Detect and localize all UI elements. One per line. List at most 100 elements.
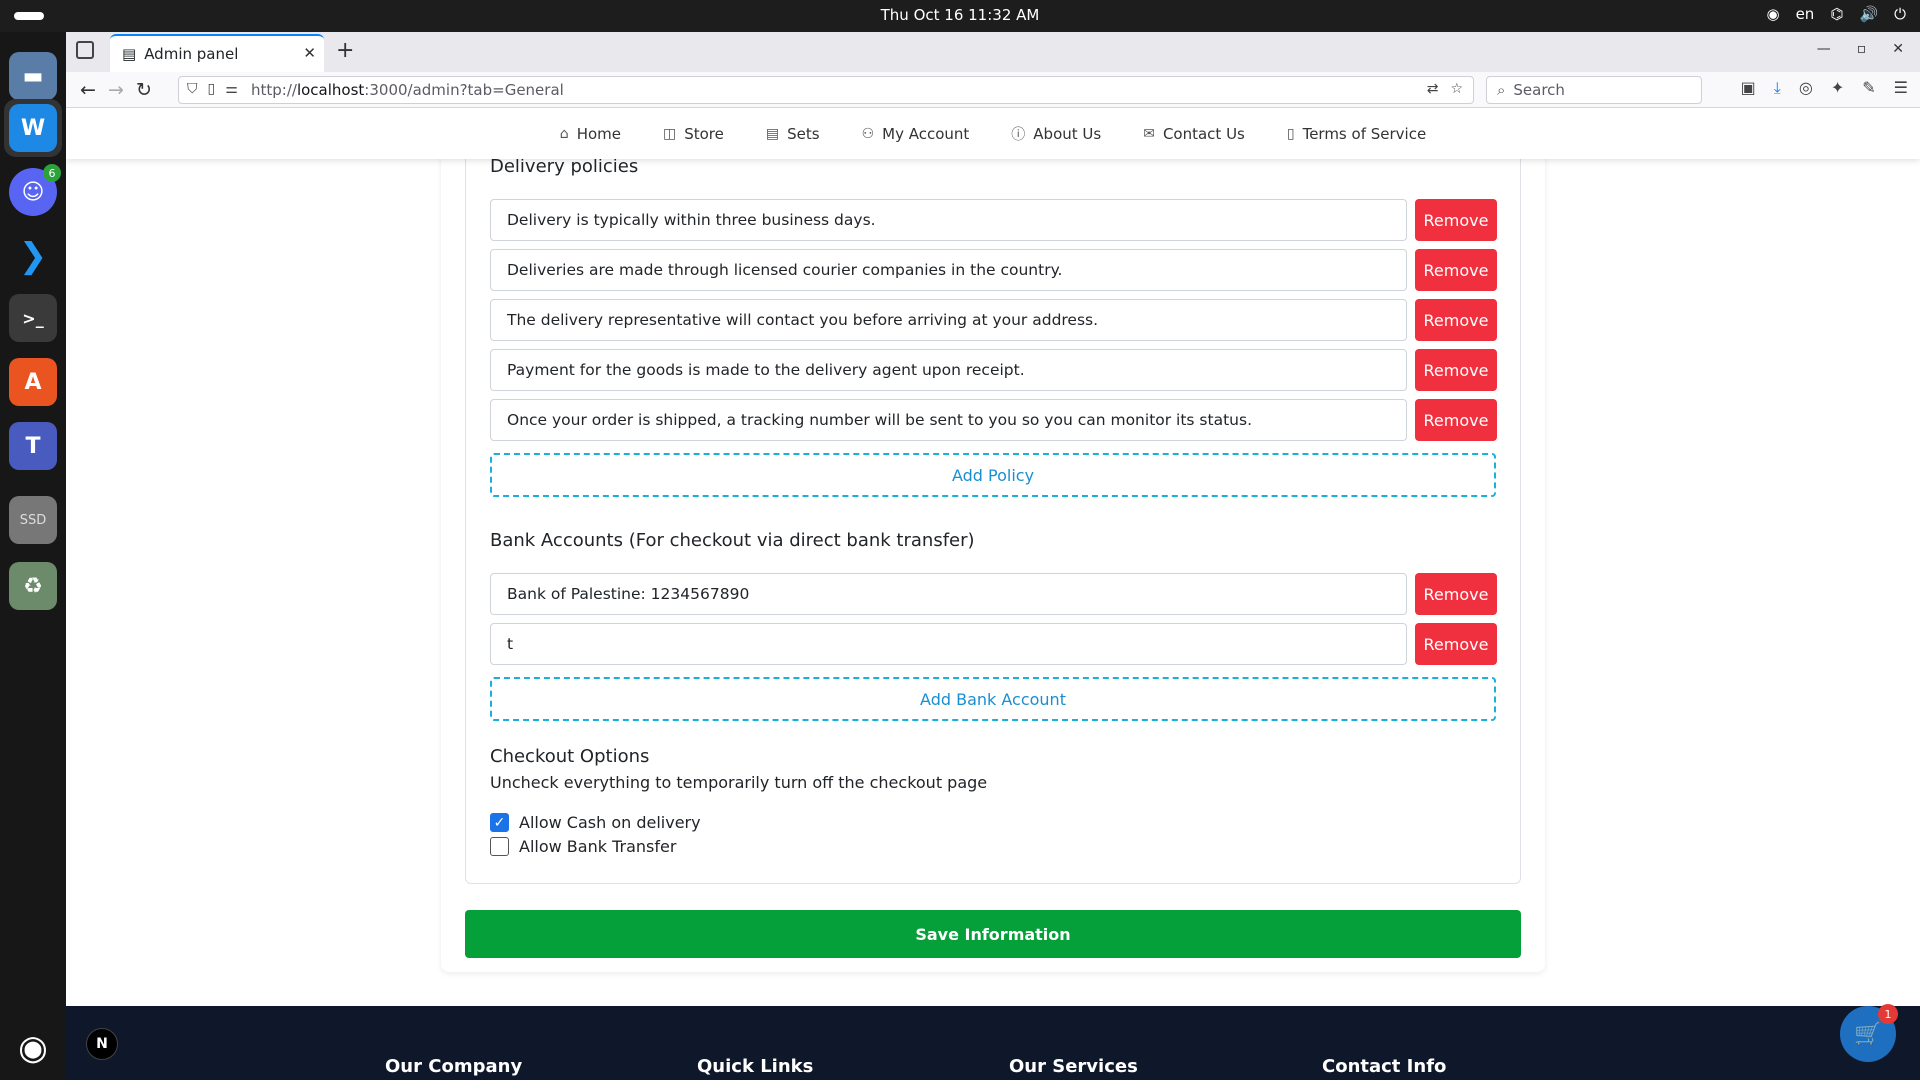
- back-button[interactable]: ←: [80, 79, 96, 101]
- nextjs-dev-badge[interactable]: N: [86, 1028, 118, 1060]
- close-window-icon[interactable]: ✕: [1892, 41, 1904, 57]
- add-bank-account-button[interactable]: Add Bank Account: [490, 677, 1496, 721]
- nav-sets[interactable]: ▤ Sets: [766, 125, 820, 143]
- bank-account-input[interactable]: Bank of Palestine: 1234567890: [490, 573, 1407, 615]
- bank-account-input[interactable]: t: [490, 623, 1407, 665]
- search-placeholder: Search: [1513, 81, 1565, 99]
- account-icon[interactable]: ◎: [1799, 78, 1813, 98]
- delivery-policies-heading: Delivery policies: [490, 156, 639, 177]
- system-tray[interactable]: ◉ en ⌬ 🔊 ⏻: [1766, 5, 1906, 23]
- bookmark-star-icon[interactable]: ☆: [1450, 81, 1463, 97]
- page-icon: ▤: [122, 45, 137, 63]
- extension-badge-icon[interactable]: ✎: [1862, 78, 1875, 98]
- nav-about-us[interactable]: ⓘ About Us: [1011, 124, 1101, 144]
- cart-count-badge: 1: [1878, 1004, 1898, 1024]
- policy-row: The delivery representative will contact…: [490, 299, 1497, 341]
- nav-contact-us[interactable]: ✉ Contact Us: [1143, 125, 1245, 143]
- show-apps-icon[interactable]: ◉: [9, 1024, 57, 1072]
- vscode-icon[interactable]: ❯: [9, 232, 57, 280]
- discord-tray-icon[interactable]: ◉: [1766, 5, 1779, 23]
- whiteboard-app-icon[interactable]: W: [9, 104, 57, 152]
- nav-store[interactable]: ◫ Store: [663, 125, 724, 143]
- policy-input[interactable]: The delivery representative will contact…: [490, 299, 1407, 341]
- allow-bank-transfer-label[interactable]: Allow Bank Transfer: [519, 837, 676, 856]
- policy-input[interactable]: Deliveries are made through licensed cou…: [490, 249, 1407, 291]
- network-icon[interactable]: ⌬: [1830, 5, 1843, 23]
- nav-sets-label: Sets: [787, 124, 820, 143]
- allow-cash-option[interactable]: ✓ Allow Cash on delivery: [490, 813, 701, 832]
- downloads-icon[interactable]: ⤓: [1774, 78, 1781, 98]
- nav-home[interactable]: ⌂ Home: [560, 125, 621, 143]
- translate-icon[interactable]: ⇄: [1427, 81, 1439, 97]
- site-footer: N Our Company Quick Links Our Services C…: [66, 1006, 1920, 1080]
- nav-terms[interactable]: ▯ Terms of Service: [1287, 125, 1426, 143]
- reload-button[interactable]: ↻: [136, 79, 152, 101]
- pocket-icon[interactable]: ▣: [1741, 78, 1756, 98]
- terminal-icon[interactable]: >_: [9, 294, 57, 342]
- bank-account-row: t Remove: [490, 623, 1497, 665]
- nav-contact-us-label: Contact Us: [1162, 124, 1245, 143]
- sidebar-toggle-icon[interactable]: [76, 41, 94, 59]
- search-input[interactable]: ⌕ Search: [1486, 76, 1702, 104]
- shield-icon[interactable]: ⛉: [187, 81, 198, 97]
- language-indicator[interactable]: en: [1796, 5, 1815, 23]
- nav-terms-label: Terms of Service: [1302, 124, 1427, 143]
- minimize-icon[interactable]: —: [1817, 41, 1831, 57]
- policy-input[interactable]: Once your order is shipped, a tracking n…: [490, 399, 1407, 441]
- page-info-icon[interactable]: ▯: [208, 81, 216, 97]
- footer-quick-links: Quick Links: [697, 1056, 814, 1077]
- cart-button[interactable]: 🛒 1: [1840, 1004, 1898, 1062]
- policy-input[interactable]: Delivery is typically within three busin…: [490, 199, 1407, 241]
- remove-bank-account-button[interactable]: Remove: [1415, 623, 1497, 665]
- permissions-icon[interactable]: ⚌: [225, 81, 238, 97]
- checkout-options-hint: Uncheck everything to temporarily turn o…: [490, 773, 988, 792]
- remove-policy-button[interactable]: Remove: [1415, 399, 1497, 441]
- ssd-drive-icon[interactable]: SSD: [9, 496, 57, 544]
- footer-contact-info: Contact Info: [1322, 1056, 1447, 1077]
- url-path: :3000/admin?tab=General: [364, 81, 564, 99]
- browser-tab-bar: ▤ Admin panel ✕ + — ▫ ✕: [66, 32, 1920, 72]
- bag-icon: ◫: [662, 125, 677, 142]
- discord-icon[interactable]: ☺ 6: [9, 164, 61, 216]
- forward-button[interactable]: →: [108, 79, 124, 101]
- allow-cash-checkbox[interactable]: ✓: [490, 813, 509, 832]
- volume-icon[interactable]: 🔊: [1859, 5, 1878, 23]
- nav-my-account[interactable]: ⚇ My Account: [862, 125, 970, 143]
- extensions-icon[interactable]: ✦: [1831, 78, 1844, 98]
- allow-bank-transfer-checkbox[interactable]: [490, 837, 509, 856]
- maximize-icon[interactable]: ▫: [1857, 41, 1867, 57]
- remove-policy-button[interactable]: Remove: [1415, 199, 1497, 241]
- system-clock[interactable]: Thu Oct 16 11:32 AM: [0, 6, 1920, 24]
- policy-input[interactable]: Payment for the goods is made to the del…: [490, 349, 1407, 391]
- site-navigation: ⌂ Home ◫ Store ▤ Sets ⚇ My Account ⓘ About Us…: [66, 108, 1920, 159]
- bank-account-row: Bank of Palestine: 1234567890 Remove: [490, 573, 1497, 615]
- tab-title: Admin panel: [144, 45, 239, 63]
- menu-icon[interactable]: ☰: [1894, 78, 1908, 98]
- search-icon: ⌕: [1497, 81, 1506, 99]
- nav-home-label: Home: [576, 124, 621, 143]
- new-tab-button[interactable]: +: [336, 38, 354, 63]
- add-policy-button[interactable]: Add Policy: [490, 453, 1496, 497]
- power-icon[interactable]: ⏻: [1894, 5, 1906, 23]
- dock: ▬ W ☺ 6 ❯ >_ A T SSD ♻ ◉: [0, 32, 66, 1080]
- remove-policy-button[interactable]: Remove: [1415, 349, 1497, 391]
- files-icon[interactable]: ▬: [9, 52, 57, 100]
- url-prefix: http://: [251, 81, 297, 99]
- browser-toolbar: ← → ↻ ⛉ ▯ ⚌ http://localhost:3000/admin?…: [66, 72, 1920, 108]
- allow-bank-transfer-option[interactable]: Allow Bank Transfer: [490, 837, 676, 856]
- close-tab-icon[interactable]: ✕: [303, 44, 316, 62]
- user-icon: ⚇: [861, 125, 875, 142]
- tab-admin-panel[interactable]: ▤ Admin panel ✕: [110, 34, 324, 72]
- teams-linux-icon[interactable]: T: [9, 422, 57, 470]
- save-information-button[interactable]: Save Information: [465, 910, 1521, 958]
- remove-bank-account-button[interactable]: Remove: [1415, 573, 1497, 615]
- trash-icon[interactable]: ♻: [9, 562, 57, 610]
- remove-policy-button[interactable]: Remove: [1415, 299, 1497, 341]
- url-host: localhost: [296, 81, 365, 99]
- url-bar[interactable]: ⛉ ▯ ⚌ http://localhost:3000/admin?tab=Ge…: [178, 76, 1474, 104]
- app-center-icon[interactable]: A: [9, 358, 57, 406]
- system-top-bar: Thu Oct 16 11:32 AM ◉ en ⌬ 🔊 ⏻: [0, 0, 1920, 32]
- remove-policy-button[interactable]: Remove: [1415, 249, 1497, 291]
- mail-icon: ✉: [1143, 125, 1155, 142]
- allow-cash-label[interactable]: Allow Cash on delivery: [519, 813, 701, 832]
